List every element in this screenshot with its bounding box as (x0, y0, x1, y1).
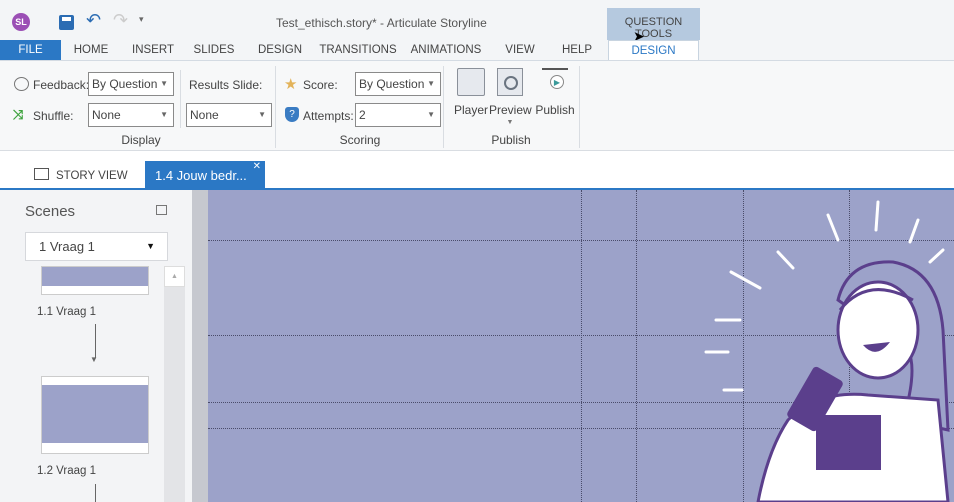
star-icon: ★ (284, 76, 298, 93)
tab-design[interactable]: DESIGN (252, 40, 308, 60)
attempts-dropdown[interactable]: 2 ▼ (355, 103, 441, 127)
score-value: By Question (359, 77, 425, 91)
attempts-value: 2 (359, 108, 366, 122)
feedback-value: By Question (92, 77, 158, 91)
scoring-group-label: Scoring (339, 133, 381, 147)
shuffle-icon: ⤨ (13, 107, 24, 122)
save-icon[interactable] (59, 15, 74, 30)
tab-transitions[interactable]: TRANSITIONS (318, 40, 398, 60)
restore-icon[interactable] (156, 205, 167, 215)
slide-tab-label: 1.4 Jouw bedr... (155, 168, 247, 183)
shuffle-label: Shuffle: (33, 109, 74, 123)
slide-canvas[interactable] (208, 190, 954, 502)
question-tools-label: QUESTION TOOLS (624, 16, 683, 40)
divider (180, 70, 181, 128)
woman-phone-illustration[interactable] (698, 190, 954, 502)
preview-label: Preview (489, 103, 532, 117)
shuffle-value: None (92, 108, 121, 122)
tab-question-design[interactable]: DESIGN (608, 40, 699, 60)
scene-selected: 1 Vraag 1 (39, 239, 95, 254)
publish-icon: ▶ (542, 68, 568, 96)
results-slide-dropdown[interactable]: None ▼ (186, 103, 272, 127)
tab-help[interactable]: HELP (557, 40, 597, 60)
player-label: Player (453, 103, 488, 117)
divider (579, 66, 580, 148)
preview-button[interactable]: Preview ▼ (489, 67, 532, 131)
tab-view[interactable]: VIEW (500, 40, 540, 60)
results-slide-label: Results Slide: (189, 78, 263, 92)
shield-question-icon: ? (285, 107, 299, 122)
slide-thumbnail[interactable] (41, 266, 149, 295)
attempts-label: Attempts: (303, 109, 354, 123)
feedback-icon (14, 77, 29, 91)
results-slide-value: None (190, 108, 219, 122)
scroll-up-icon[interactable]: ▲ (164, 266, 185, 287)
display-group-label: Display (121, 133, 161, 147)
tab-home[interactable]: HOME (66, 40, 116, 60)
slide-label: 1.1 Vraag 1 (37, 306, 97, 318)
scrollbar[interactable]: ▲ (164, 266, 185, 502)
slide-thumbnail[interactable] (41, 376, 149, 454)
shuffle-dropdown[interactable]: None ▼ (88, 103, 174, 127)
publish-button[interactable]: ▶ Publish (534, 67, 576, 123)
player-icon (457, 68, 485, 96)
feedback-label: Feedback: (33, 78, 90, 92)
connector-arrow (95, 324, 96, 358)
undo-icon[interactable]: ↶ (86, 10, 101, 31)
view-tabs (0, 152, 954, 190)
slide-label: 1.2 Vraag 1 (37, 465, 97, 477)
connector-arrow (95, 484, 96, 502)
arrow-down-icon: ▼ (90, 355, 98, 364)
scene-dropdown[interactable]: 1 Vraag 1 ▼ (25, 232, 168, 261)
tab-slide[interactable]: 1.4 Jouw bedr... ✕ (145, 161, 265, 190)
feedback-dropdown[interactable]: By Question ▼ (88, 72, 174, 96)
score-dropdown[interactable]: By Question ▼ (355, 72, 441, 96)
tab-animations[interactable]: ANIMATIONS (408, 40, 484, 60)
publish-label: Publish (535, 103, 575, 117)
publish-group-label: Publish (491, 133, 531, 147)
tab-insert[interactable]: INSERT (126, 40, 180, 60)
player-button[interactable]: Player (453, 67, 489, 123)
close-icon[interactable]: ✕ (253, 152, 261, 181)
score-label: Score: (303, 78, 338, 92)
tab-slides[interactable]: SLIDES (188, 40, 240, 60)
redo-icon[interactable]: ↷ (113, 10, 128, 31)
app-logo: SL (12, 13, 30, 31)
scenes-title: Scenes (25, 203, 76, 220)
preview-icon (497, 68, 523, 96)
tab-story-view[interactable]: STORY VIEW (56, 170, 128, 182)
ruler (192, 190, 208, 502)
customize-icon[interactable]: ▾ (139, 14, 144, 25)
tab-file[interactable]: FILE (0, 40, 61, 60)
window-title: Test_ethisch.story* - Articulate Storyli… (276, 16, 487, 30)
story-view-icon (34, 168, 49, 180)
